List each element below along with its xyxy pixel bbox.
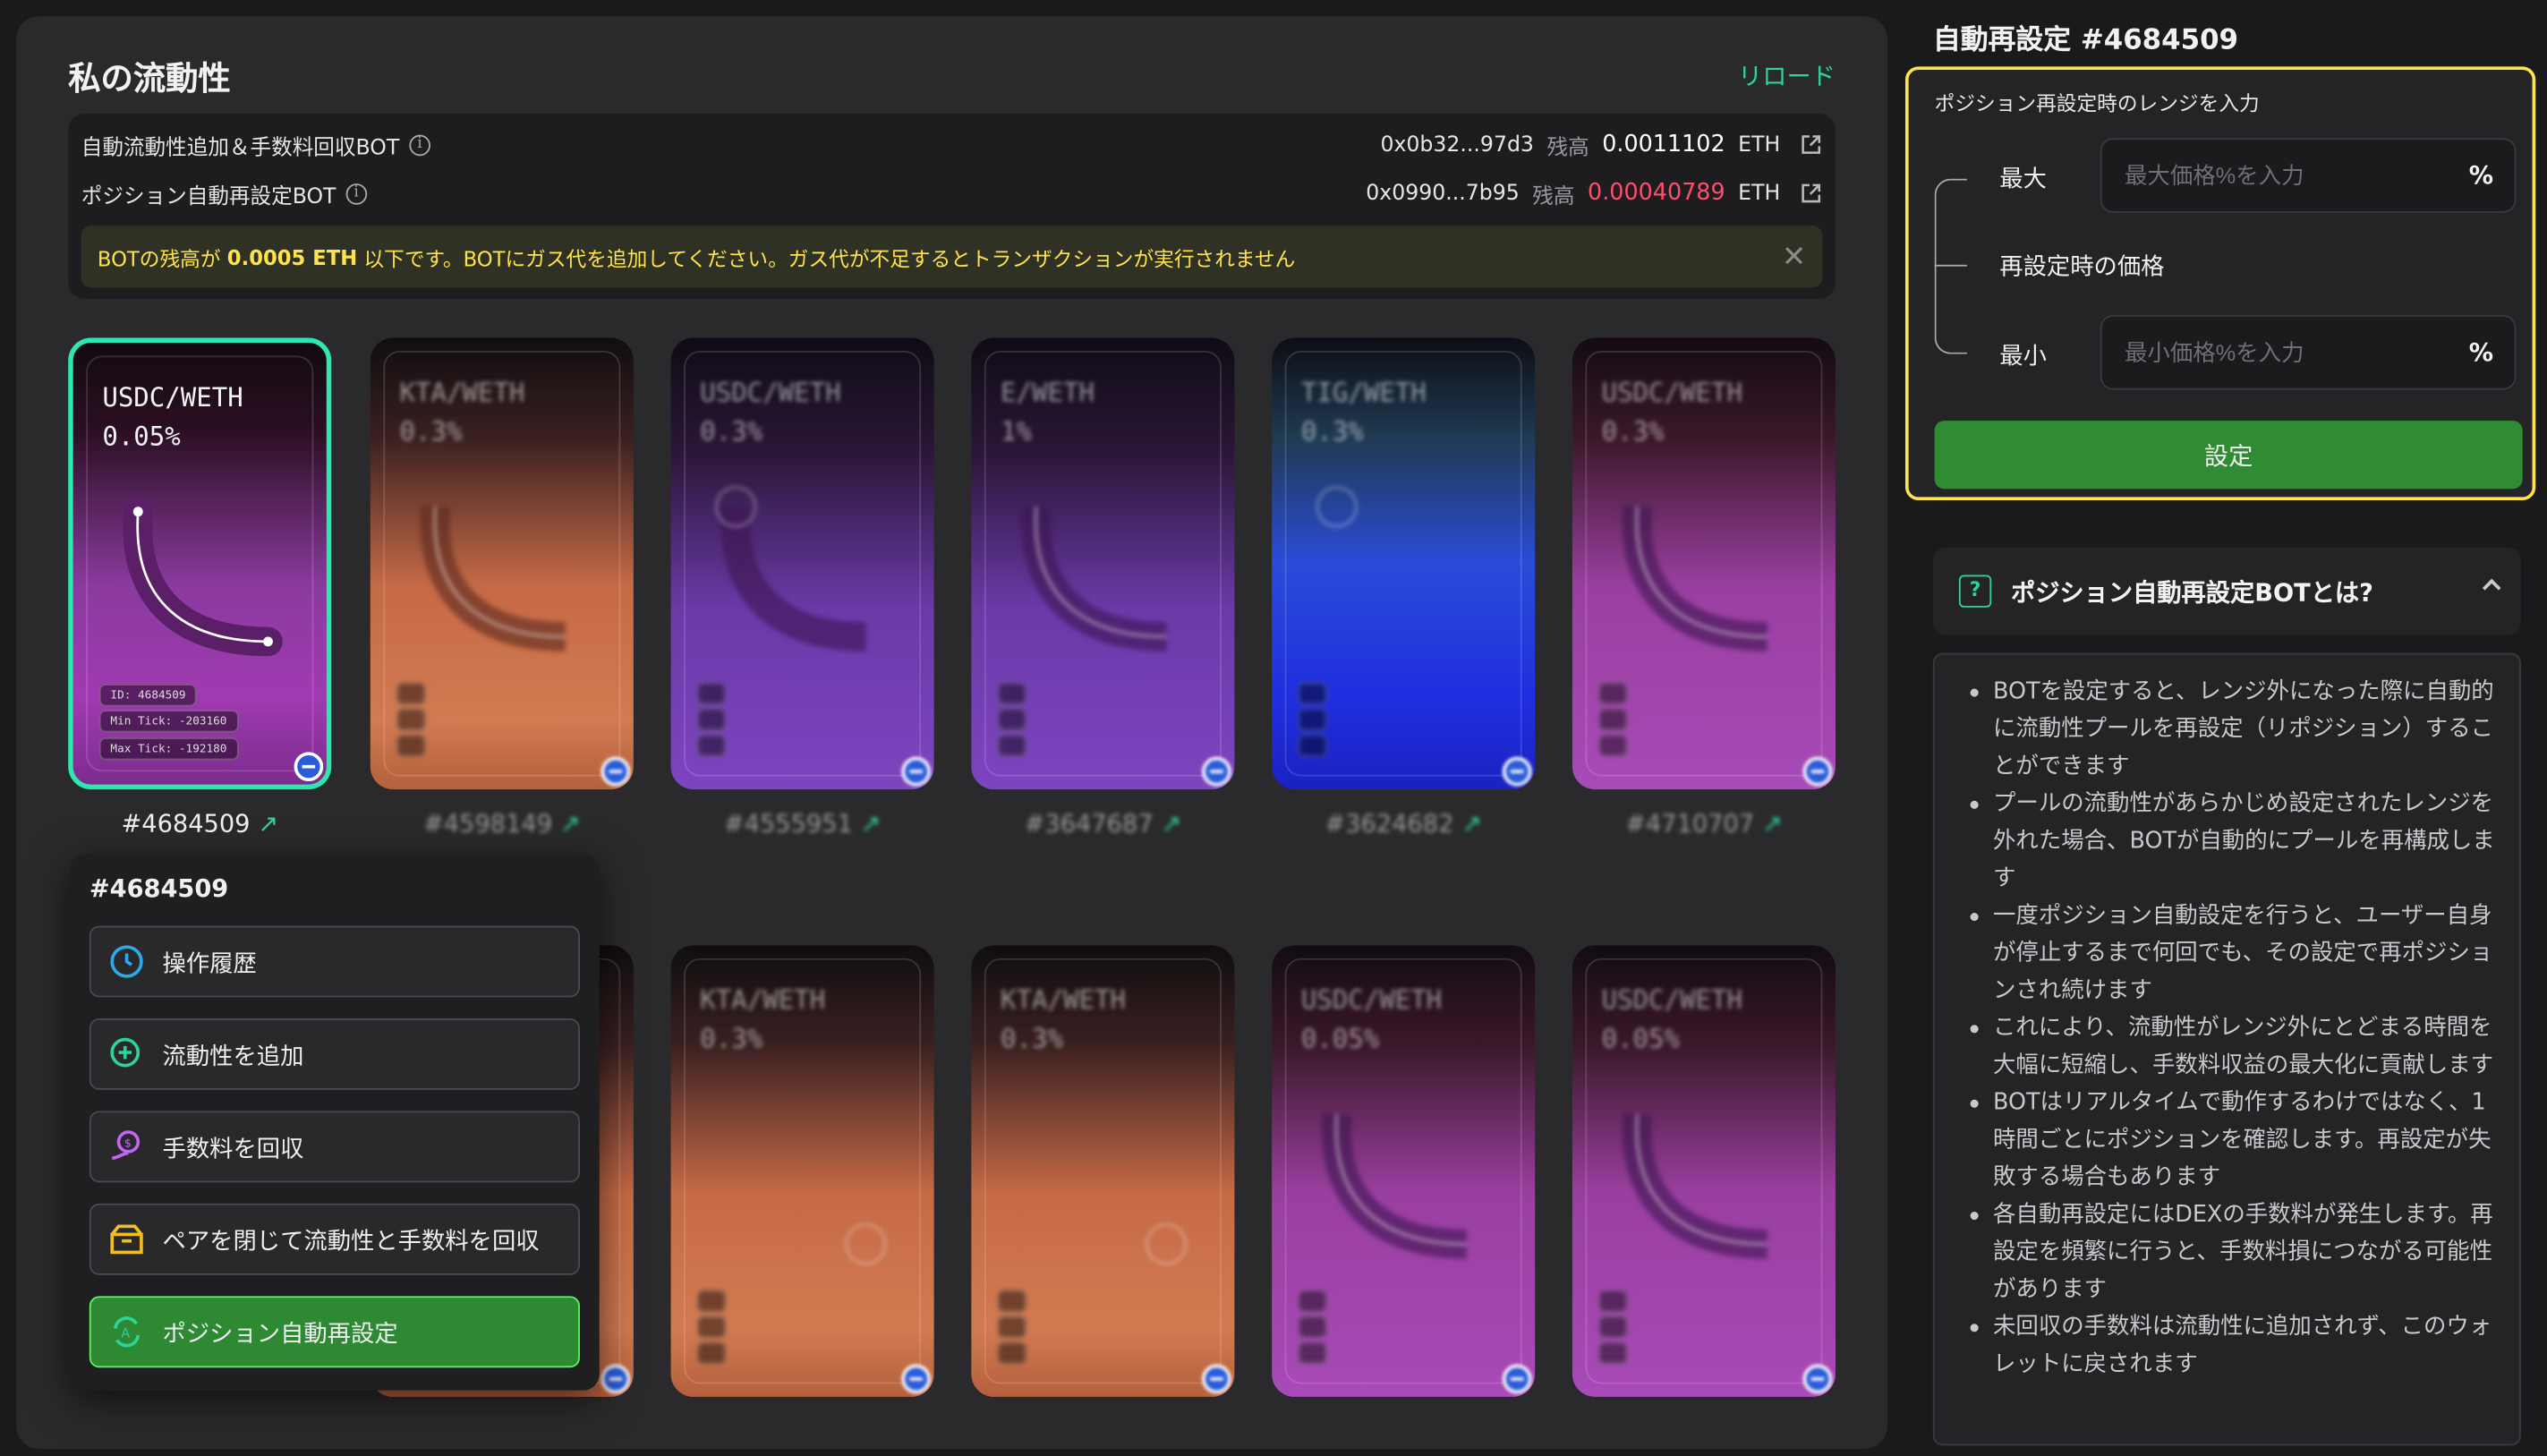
range-input-box: ポジション再設定時のレンジを入力 最大 % 再設定時の価格 最小 % 設定 (1904, 66, 2536, 501)
bot1-unit: ETH (1738, 132, 1781, 158)
bot1-balance: 0.0011102 (1602, 132, 1725, 158)
card-max-tick: Max Tick: -192180 (98, 737, 239, 761)
remove-badge-icon[interactable] (1802, 1364, 1833, 1394)
bot2-address: 0x0990...7b95 (1366, 181, 1520, 206)
history-icon (110, 945, 143, 978)
menu-item-label: 操作履歴 (162, 950, 257, 977)
faq-item: これにより、流動性がレンジ外にとどまる時間を大幅に短縮し、手数料収益の最大化に貢… (1967, 1010, 2497, 1085)
remove-badge-icon[interactable] (901, 1364, 931, 1394)
menu-title: #4684509 (89, 873, 229, 904)
min-percent-input[interactable] (2100, 315, 2517, 390)
position-card[interactable]: USDC/WETH0.05% xxx (1572, 945, 1836, 1397)
remove-badge-icon[interactable] (1802, 756, 1833, 787)
question-icon: ? (1958, 575, 1992, 608)
position-context-menu: #4684509 操作履歴 流動性を追加 $ 手数料を回収 ペアを閉じて流動性と… (70, 854, 600, 1391)
page-title: 私の流動性 (68, 58, 231, 98)
bot2-label: ポジション自動再設定BOT (81, 184, 336, 209)
low-balance-warning: BOTの残高が 0.0005 ETH 以下です。BOTにガス代を追加してください… (81, 226, 1823, 288)
max-percent-input[interactable] (2100, 138, 2517, 213)
card-label[interactable]: #3624682 ↗ (1272, 809, 1535, 839)
min-label: 最小 (1999, 344, 2047, 370)
chevron-up-icon[interactable] (2482, 578, 2501, 598)
faq-title: ポジション自動再設定BOTとは? (2010, 577, 2373, 607)
position-card[interactable]: E/WETH1% xxx (971, 337, 1235, 790)
collect-fees-icon: $ (112, 1130, 141, 1160)
reload-button[interactable]: リロード (1738, 58, 1836, 92)
range-label: ポジション再設定時のレンジを入力 (1934, 90, 2260, 115)
card-id-tag: ID: 4684509 (98, 684, 198, 707)
min-percent-unit: % (2468, 337, 2494, 368)
card-min-tick: Min Tick: -203160 (98, 710, 239, 733)
faq-item: BOTはリアルタイムで動作するわけではなく、1時間ごとにポジションを確認します。… (1967, 1085, 2497, 1196)
bot2-balance-label: 残高 (1532, 184, 1575, 209)
remove-badge-icon[interactable] (294, 752, 324, 782)
menu-item-label: ペアを閉じて流動性と手数料を回収 (162, 1229, 540, 1256)
card-label[interactable]: #4684509 ↗ (68, 809, 331, 839)
warning-pre: BOTの残高が (97, 245, 221, 271)
bot1-address: 0x0b32...97d3 (1380, 132, 1534, 158)
svg-text:A: A (121, 1327, 130, 1341)
auto-reposition-menu-item[interactable]: A ポジション自動再設定 (89, 1296, 580, 1368)
position-card[interactable]: USDC/WETH0.05% xxx (1272, 945, 1536, 1397)
external-link-icon[interactable]: ↗ (258, 809, 278, 839)
warning-post: 以下です。BOTにガス代を追加してください。ガス代が不足するとトランザクションが… (363, 245, 1296, 271)
menu-item-label: 流動性を追加 (162, 1043, 304, 1070)
faq-item: 各自動再設定にはDEXの手数料が発生します。再設定を頻繁に行うと、手数料損につな… (1967, 1197, 2497, 1309)
card-label[interactable]: #4710707 ↗ (1572, 809, 1836, 839)
position-card[interactable]: USDC/WETH0.3% xxx (1572, 337, 1836, 790)
faq-item: 一度ポジション自動設定を行うと、ユーザー自身が停止するまで何回でも、その設定で再… (1967, 898, 2497, 1010)
faq-header[interactable]: ? ポジション自動再設定BOTとは? (1932, 547, 2521, 635)
bot2-balance: 0.00040789 (1588, 180, 1725, 207)
remove-badge-icon[interactable] (901, 756, 931, 787)
menu-item-label: 手数料を回収 (162, 1136, 304, 1162)
reposition-price-label: 再設定時の価格 (1999, 254, 2165, 281)
max-percent-unit: % (2468, 160, 2494, 191)
position-card[interactable]: KTA/WETH0.3% xxx (971, 945, 1235, 1397)
close-icon[interactable]: ✕ (1782, 241, 1806, 275)
position-card[interactable]: KTA/WETH0.3% xxx (670, 945, 934, 1397)
position-card-selected[interactable]: USDC/WETH 0.05% ID: 4684509 Min Tick: -20… (68, 337, 332, 790)
bot1-balance-label: 残高 (1546, 135, 1589, 160)
card-label[interactable]: #4555951 ↗ (671, 809, 934, 839)
card-label[interactable]: #4598149 ↗ (371, 809, 634, 839)
info-icon[interactable]: i (409, 133, 430, 156)
remove-badge-icon[interactable] (1502, 756, 1532, 787)
close-pair-menu-item[interactable]: ペアを閉じて流動性と手数料を回収 (89, 1203, 580, 1275)
bot2-unit: ETH (1738, 181, 1781, 206)
position-card[interactable]: USDC/WETH0.3% xxx (670, 337, 934, 790)
add-liquidity-menu-item[interactable]: 流動性を追加 (89, 1018, 580, 1090)
add-liquidity-icon (110, 1037, 141, 1068)
warning-amount: 0.0005 ETH (226, 244, 358, 269)
bot1-row: 自動流動性追加＆手数料回収BOT i 0x0b32...97d3 残高 0.00… (81, 127, 1823, 163)
remove-badge-icon[interactable] (1202, 1364, 1231, 1394)
info-icon[interactable]: i (345, 183, 367, 204)
position-card[interactable]: TIG/WETH0.3% xxx (1272, 337, 1536, 790)
faq-item: プールの流動性があらかじめ設定されたレンジを外れた場合、BOTが自動的にプールを… (1967, 786, 2497, 898)
external-link-icon[interactable] (1800, 133, 1822, 156)
auto-reposition-icon: A (114, 1316, 141, 1348)
set-button[interactable]: 設定 (1934, 421, 2523, 490)
remove-badge-icon[interactable] (1202, 756, 1231, 787)
external-link-icon[interactable] (1800, 182, 1822, 204)
card-label[interactable]: #3647687 ↗ (971, 809, 1234, 839)
remove-badge-icon[interactable] (601, 756, 631, 787)
menu-item-label: ポジション自動再設定 (162, 1321, 398, 1348)
bot1-label: 自動流動性追加＆手数料回収BOT (81, 135, 400, 160)
bot-status-box: 自動流動性追加＆手数料回収BOT i 0x0b32...97d3 残高 0.00… (68, 114, 1836, 299)
reposition-title: 自動再設定 #4684509 (1932, 24, 2239, 57)
faq-body: BOTを設定すると、レンジ外になった際に自動的に流動性プールを再設定（リポジショ… (1932, 652, 2521, 1446)
faq-item: BOTを設定すると、レンジ外になった際に自動的に流動性プールを再設定（リポジショ… (1967, 674, 2497, 786)
box-icon (110, 1224, 143, 1255)
remove-badge-icon[interactable] (1502, 1364, 1532, 1394)
position-card[interactable]: KTA/WETH0.3% xxx (370, 337, 634, 790)
collect-fees-menu-item[interactable]: $ 手数料を回収 (89, 1111, 580, 1183)
svg-text:$: $ (124, 1136, 132, 1149)
faq-item: 未回収の手数料は流動性に追加されず、このウォレットに戻されます (1967, 1309, 2497, 1384)
max-label: 最大 (1999, 166, 2047, 193)
bot2-row: ポジション自動再設定BOT i 0x0990...7b95 残高 0.00040… (81, 175, 1823, 211)
history-menu-item[interactable]: 操作履歴 (89, 925, 580, 998)
